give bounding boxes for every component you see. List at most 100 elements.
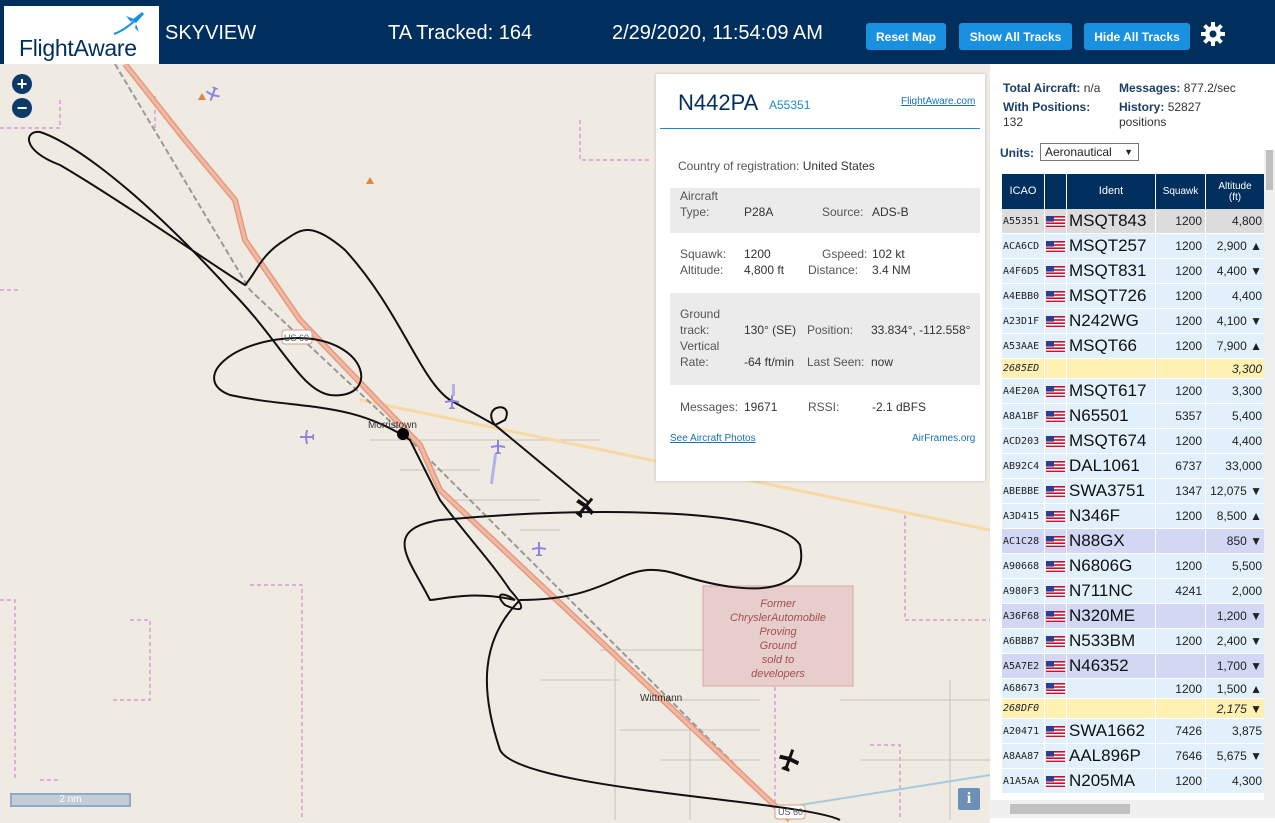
cell-ident: N46352 bbox=[1067, 654, 1156, 679]
info-button[interactable]: i bbox=[958, 788, 980, 810]
us-flag-icon bbox=[1046, 485, 1065, 497]
table-row[interactable]: ACA6CD MSQT257 1200 2,900 ▲ bbox=[1002, 234, 1265, 259]
table-row[interactable]: A53AAE MSQT66 1200 7,900 ▲ bbox=[1002, 334, 1265, 359]
cell-flag bbox=[1045, 404, 1067, 429]
cell-squawk bbox=[1156, 654, 1206, 679]
zoom-in-button[interactable]: + bbox=[12, 74, 32, 94]
table-row[interactable]: A4F6D5 MSQT831 1200 4,400 ▼ bbox=[1002, 259, 1265, 284]
selected-aircraft-icon[interactable] bbox=[572, 494, 598, 520]
cell-ident bbox=[1067, 699, 1156, 719]
us-flag-icon bbox=[1046, 410, 1065, 422]
units-select[interactable]: Aeronautical ▼ bbox=[1040, 143, 1139, 161]
cell-icao: A5A7E2 bbox=[1002, 654, 1045, 679]
cell-flag bbox=[1045, 504, 1067, 529]
aircraft-icon[interactable] bbox=[531, 541, 547, 557]
cell-icao: A4E20A bbox=[1002, 379, 1045, 404]
cell-ident: AAL896P bbox=[1067, 744, 1156, 769]
col-altitude[interactable]: Altitude (ft) bbox=[1206, 174, 1265, 209]
cell-squawk: 1200 bbox=[1156, 259, 1206, 284]
cell-ident: MSQT66 bbox=[1067, 334, 1156, 359]
aircraft-icon[interactable] bbox=[299, 429, 315, 445]
table-row[interactable]: A36F68 N320ME 1,200 ▼ bbox=[1002, 604, 1265, 629]
cell-squawk: 1200 bbox=[1156, 284, 1206, 309]
hide-all-tracks-button[interactable]: Hide All Tracks bbox=[1084, 23, 1190, 50]
cell-squawk bbox=[1156, 529, 1206, 554]
table-row[interactable]: A8AA87 AAL896P 7646 5,675 ▼ bbox=[1002, 744, 1265, 769]
airframes-link[interactable]: AirFrames.org bbox=[912, 433, 975, 444]
gear-icon[interactable] bbox=[1200, 21, 1226, 47]
us-flag-icon bbox=[1046, 215, 1065, 227]
cell-ident: SWA1662 bbox=[1067, 719, 1156, 744]
table-row[interactable]: 268DF0 2,175 ▼ bbox=[1002, 699, 1265, 719]
cell-ident: MSQT843 bbox=[1067, 209, 1156, 234]
aircraft-icon[interactable] bbox=[490, 439, 506, 455]
table-row[interactable]: AB92C4 DAL1061 6737 33,000 bbox=[1002, 454, 1265, 479]
table-row[interactable]: A55351 MSQT843 1200 4,800 bbox=[1002, 209, 1265, 234]
cell-altitude: 4,400 bbox=[1206, 429, 1265, 454]
road-shield-label: US 60 bbox=[778, 807, 804, 817]
us-flag-icon bbox=[1046, 435, 1065, 447]
popup-country: Country of registration: United States bbox=[678, 159, 875, 173]
cell-altitude: 5,500 bbox=[1206, 554, 1265, 579]
table-row[interactable]: A23D1F N242WG 1200 4,100 ▼ bbox=[1002, 309, 1265, 334]
plane-logo-icon bbox=[113, 12, 144, 35]
show-all-tracks-button[interactable]: Show All Tracks bbox=[959, 23, 1072, 50]
us-flag-icon bbox=[1046, 585, 1065, 597]
col-flag[interactable] bbox=[1045, 174, 1067, 209]
table-row[interactable]: A5A7E2 N46352 1,700 ▼ bbox=[1002, 654, 1265, 679]
cell-icao: A90668 bbox=[1002, 554, 1045, 579]
cell-squawk bbox=[1156, 699, 1206, 719]
table-row[interactable]: A4E20A MSQT617 1200 3,300 bbox=[1002, 379, 1265, 404]
road-shield-label: US 60 bbox=[284, 333, 310, 343]
cell-ident: MSQT674 bbox=[1067, 429, 1156, 454]
position-label: Position: bbox=[807, 323, 854, 337]
aircraft-icon[interactable] bbox=[205, 86, 221, 102]
aircraft-icon[interactable] bbox=[444, 394, 460, 410]
cell-altitude: 4,400 ▼ bbox=[1206, 259, 1265, 284]
table-row[interactable]: A1A5AA N205MA 1200 4,300 bbox=[1002, 769, 1265, 794]
horizontal-scrollbar[interactable] bbox=[990, 800, 1275, 818]
cell-ident: N65501 bbox=[1067, 404, 1156, 429]
gspeed-value: 102 kt bbox=[872, 247, 905, 261]
cell-flag bbox=[1045, 629, 1067, 654]
table-row[interactable]: AC1C28 N88GX 850 ▼ bbox=[1002, 529, 1265, 554]
aircraft-type-label: Aircraft Type: bbox=[680, 189, 719, 219]
cell-icao: A980F3 bbox=[1002, 579, 1045, 604]
aircraft-icon[interactable] bbox=[776, 747, 802, 773]
cell-flag bbox=[1045, 259, 1067, 284]
zoom-out-button[interactable]: − bbox=[12, 98, 32, 118]
see-aircraft-photos-link[interactable]: See Aircraft Photos bbox=[670, 433, 756, 444]
popup-hex[interactable]: A55351 bbox=[769, 98, 810, 112]
cell-ident: MSQT257 bbox=[1067, 234, 1156, 259]
table-row[interactable]: A3D415 N346F 1200 8,500 ▲ bbox=[1002, 504, 1265, 529]
cell-ident: N6806G bbox=[1067, 554, 1156, 579]
cell-altitude: 1,500 ▲ bbox=[1206, 679, 1265, 699]
flightaware-link[interactable]: FlightAware.com bbox=[901, 96, 975, 107]
flightaware-logo[interactable]: FlightAware bbox=[4, 6, 159, 64]
table-row[interactable]: ACD203 MSQT674 1200 4,400 bbox=[1002, 429, 1265, 454]
table-row[interactable]: 2685ED 3,300 bbox=[1002, 359, 1265, 379]
proving-ground-label: Former ChryslerAutomobile Proving Ground… bbox=[730, 598, 826, 680]
cell-squawk: 1200 bbox=[1156, 429, 1206, 454]
table-row[interactable]: ABEBBE SWA3751 1347 12,075 ▼ bbox=[1002, 479, 1265, 504]
col-ident[interactable]: Ident bbox=[1067, 174, 1156, 209]
col-icao[interactable]: ICAO bbox=[1002, 174, 1045, 209]
cell-icao: A23D1F bbox=[1002, 309, 1045, 334]
col-squawk[interactable]: Squawk bbox=[1156, 174, 1206, 209]
table-row[interactable]: A980F3 N711NC 4241 2,000 bbox=[1002, 579, 1265, 604]
table-row[interactable]: A8A1BF N65501 5357 5,400 bbox=[1002, 404, 1265, 429]
table-row[interactable]: A68673 1200 1,500 ▲ bbox=[1002, 679, 1265, 699]
cell-squawk: 1200 bbox=[1156, 334, 1206, 359]
reset-map-button[interactable]: Reset Map bbox=[866, 23, 946, 50]
table-row[interactable]: A4EBB0 MSQT726 1200 4,400 bbox=[1002, 284, 1265, 309]
distance-value: 3.4 NM bbox=[872, 263, 911, 277]
table-row[interactable]: A20471 SWA1662 7426 3,875 bbox=[1002, 719, 1265, 744]
cell-ident: MSQT726 bbox=[1067, 284, 1156, 309]
table-row[interactable]: A6BBB7 N533BM 1200 2,400 ▼ bbox=[1002, 629, 1265, 654]
top-bar: FlightAware SKYVIEW TA Tracked: 164 2/29… bbox=[0, 0, 1275, 64]
minor-roads bbox=[370, 439, 990, 820]
table-header: ICAO Ident Squawk Altitude (ft) bbox=[1002, 174, 1265, 209]
cell-flag bbox=[1045, 554, 1067, 579]
vertical-scrollbar[interactable] bbox=[1264, 150, 1275, 800]
table-row[interactable]: A90668 N6806G 1200 5,500 bbox=[1002, 554, 1265, 579]
